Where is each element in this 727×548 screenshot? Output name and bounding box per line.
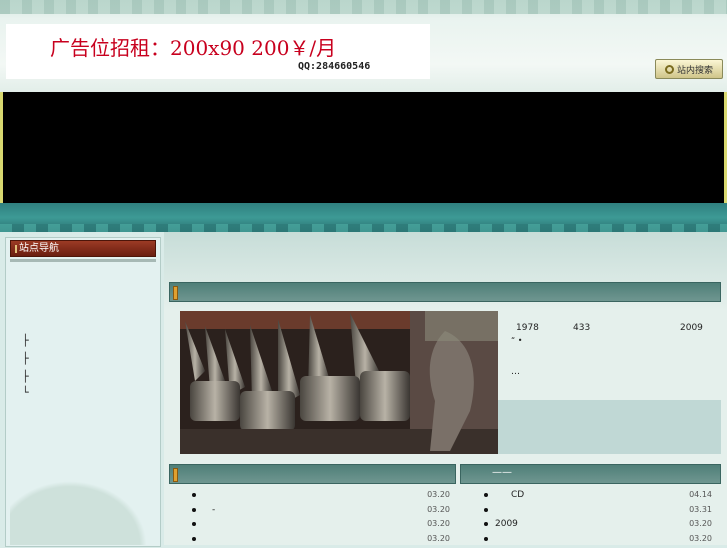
news-date: 03.31 [689,505,712,514]
bullet-icon [192,522,196,526]
ad-banner[interactable]: 广告位招租：200x90 200￥/月 QQ:284660546 [6,24,430,79]
ad-qq: QQ:284660546 [298,61,371,72]
list-item[interactable]: 03.20 [484,534,712,548]
sidebar-item-2[interactable]: ├ [22,352,29,365]
read-more-link[interactable]: … [511,367,520,377]
news-date: 03.20 [427,490,450,499]
bronze-bells-image [180,311,498,454]
bullet-icon [192,508,196,512]
summary-count: 433 [573,323,591,333]
site-search-button[interactable]: 站内搜索 [655,59,723,79]
news-date: 03.20 [689,519,712,528]
decorative-band [0,203,727,232]
sidebar-item-3[interactable]: ├ [22,370,29,383]
bullet-icon [192,493,196,497]
list-item[interactable]: 03.31 [484,505,712,519]
list-item[interactable]: 03.20 [192,490,450,504]
news-date: 03.20 [427,519,450,528]
news-date: 03.20 [689,534,712,543]
feature-section-header [169,282,721,302]
summary-year-2: 2009 [680,323,703,333]
list-item[interactable]: - 03.20 [192,505,450,519]
section-marker-icon [173,468,178,482]
news-left-header [169,464,456,484]
sidebar-title: 站点导航 [10,240,156,257]
list-item[interactable]: 2009 03.20 [484,519,712,533]
section-marker-icon [173,286,178,300]
news-date: 04.14 [689,490,712,499]
flash-banner [0,92,727,203]
site-search-label: 站内搜索 [676,65,713,76]
roof-decoration [10,470,160,545]
list-item[interactable]: 03.20 [192,519,450,533]
news-right-header: —— [460,464,721,484]
ad-text: 广告位招租：200x90 200￥/月 [50,36,337,60]
sidebar-item-4[interactable]: └ [22,386,29,399]
feature-summary: 1978 433 2009 “ • … [505,311,720,399]
list-item[interactable]: 03.20 [192,534,450,548]
bullet-icon [192,537,196,541]
feature-bottom-band [498,400,721,454]
news-date: 03.20 [427,534,450,543]
header-pattern [0,0,727,14]
feature-photo[interactable] [180,311,498,454]
news-right-title: —— [492,467,512,478]
summary-quote: “ • [511,336,523,345]
summary-year: 1978 [516,323,539,333]
news-date: 03.20 [427,505,450,514]
sidebar-divider [10,259,156,262]
bullet-icon [484,493,488,497]
list-item[interactable]: CD 04.14 [484,490,712,504]
sidebar-item-1[interactable]: ├ [22,334,29,347]
bullet-icon [484,508,488,512]
bullet-icon [484,537,488,541]
search-icon [664,64,674,74]
bullet-icon [484,522,488,526]
site-header: 广告位招租：200x90 200￥/月 QQ:284660546 站内搜索 [0,0,727,93]
